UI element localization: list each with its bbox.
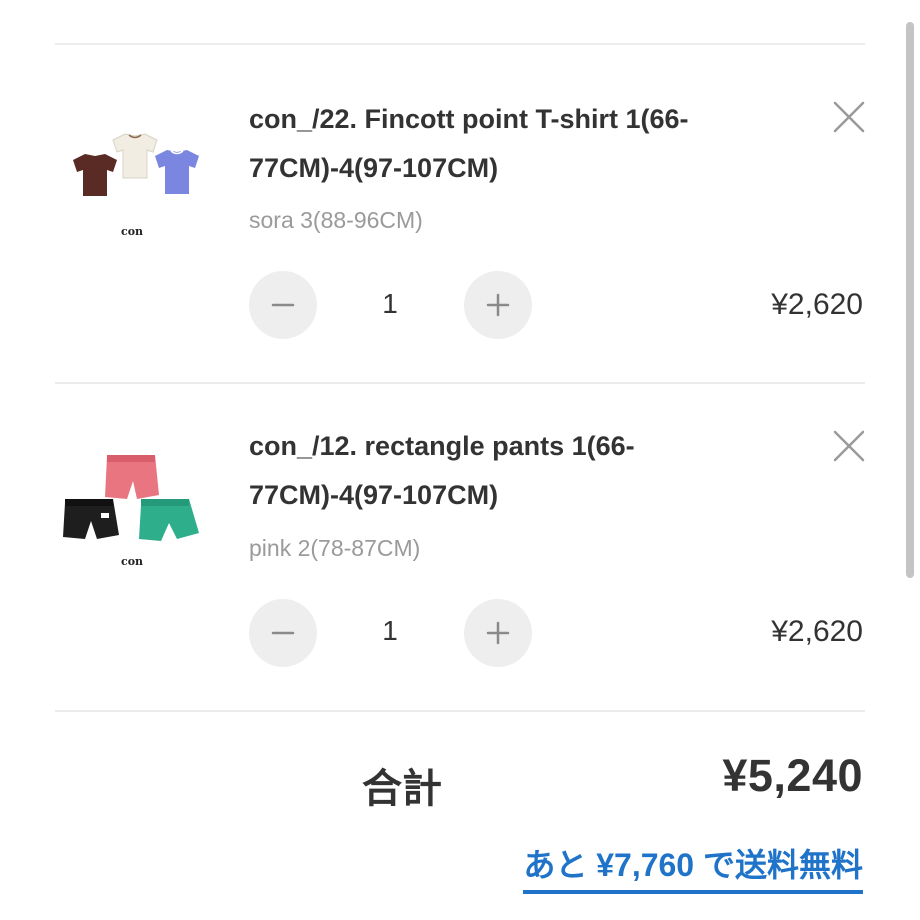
plus-icon bbox=[486, 621, 510, 645]
product-variant: pink 2(78-87CM) bbox=[249, 535, 421, 561]
free-shipping-amount: ¥7,760 bbox=[596, 847, 695, 883]
free-shipping-suffix: で送料無料 bbox=[702, 847, 863, 883]
product-name[interactable]: con_/22. Fincott point T-shirt 1(66-77CM… bbox=[249, 95, 769, 193]
close-icon bbox=[833, 430, 865, 462]
free-shipping-prefix: あと bbox=[523, 847, 588, 883]
minus-icon bbox=[271, 631, 295, 635]
free-shipping-link[interactable]: あと ¥7,760 で送料無料 bbox=[523, 840, 863, 894]
remove-item-button[interactable] bbox=[828, 96, 870, 138]
quantity-value: 1 bbox=[382, 615, 398, 646]
product-thumbnail-pants[interactable]: con bbox=[55, 419, 213, 577]
total-label: 合計 bbox=[362, 767, 442, 811]
increment-quantity-button[interactable] bbox=[464, 599, 532, 667]
plus-icon bbox=[486, 293, 510, 317]
product-name[interactable]: con_/12. rectangle pants 1(66-77CM)-4(97… bbox=[249, 422, 769, 520]
thumbnail-caption: con bbox=[121, 555, 144, 568]
total-value: ¥5,240 bbox=[722, 750, 863, 801]
quantity-value: 1 bbox=[382, 288, 398, 319]
increment-quantity-button[interactable] bbox=[464, 271, 532, 339]
product-thumbnail-tshirts[interactable]: con bbox=[55, 120, 213, 278]
pants-image bbox=[63, 455, 199, 541]
close-icon bbox=[833, 101, 865, 133]
thumbnail-caption: con bbox=[121, 225, 144, 238]
minus-icon bbox=[271, 303, 295, 307]
cart-page: con con_/22. Fincott point T-shirt 1(66-… bbox=[0, 0, 920, 920]
divider-bottom bbox=[55, 710, 865, 712]
item-price: ¥2,620 bbox=[771, 288, 863, 321]
decrement-quantity-button[interactable] bbox=[249, 599, 317, 667]
scrollbar[interactable] bbox=[906, 22, 914, 578]
remove-item-button[interactable] bbox=[828, 425, 870, 467]
item-price: ¥2,620 bbox=[771, 615, 863, 648]
tshirts-image bbox=[73, 133, 199, 196]
cart-item: con con_/12. rectangle pants 1(66-77CM)-… bbox=[0, 383, 920, 711]
decrement-quantity-button[interactable] bbox=[249, 271, 317, 339]
product-variant: sora 3(88-96CM) bbox=[249, 207, 423, 233]
cart-item: con con_/22. Fincott point T-shirt 1(66-… bbox=[0, 44, 920, 372]
